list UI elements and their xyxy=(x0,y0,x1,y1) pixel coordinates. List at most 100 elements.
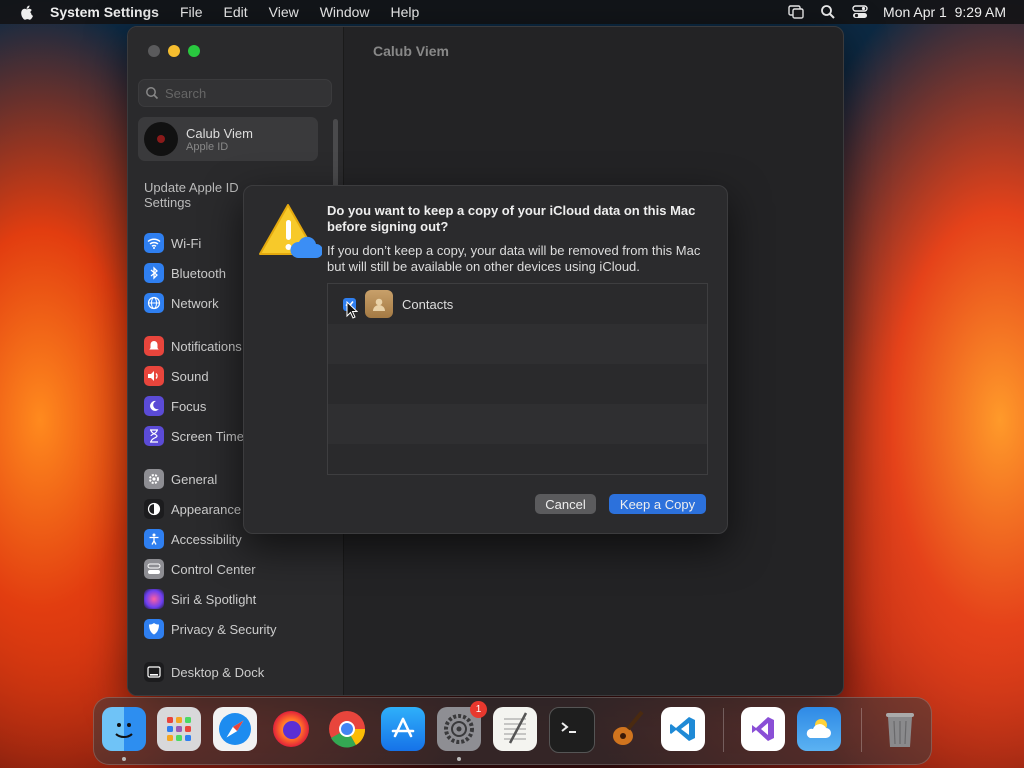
spotlight-search-icon[interactable] xyxy=(819,3,837,21)
sidebar-item-notifications[interactable]: Notifications xyxy=(144,334,242,358)
menu-edit[interactable]: Edit xyxy=(224,4,248,20)
sidebar-item-appearance[interactable]: Appearance xyxy=(144,497,241,521)
apple-logo-icon[interactable] xyxy=(18,3,36,21)
sidebar-item-network[interactable]: Network xyxy=(144,291,219,315)
vscode-icon[interactable] xyxy=(661,707,705,751)
sidebar-item-privacy-security[interactable]: Privacy & Security xyxy=(144,617,276,641)
close-button[interactable] xyxy=(148,45,160,57)
menu-bar: System Settings File Edit View Window He… xyxy=(0,0,1024,24)
finder-icon[interactable] xyxy=(102,707,146,751)
sidebar-item-screen-time[interactable]: Screen Time xyxy=(144,424,244,448)
sidebar-item-label: Control Center xyxy=(171,561,256,577)
menu-view[interactable]: View xyxy=(269,4,299,20)
sidebar-item-label: Bluetooth xyxy=(171,265,226,281)
sidebar-item-label: Appearance xyxy=(171,501,242,517)
menu-help[interactable]: Help xyxy=(391,4,420,20)
screen-time-icon xyxy=(144,426,164,446)
sidebar-item-label: General xyxy=(171,471,218,487)
focus-icon xyxy=(144,396,164,416)
dock: 1 xyxy=(93,697,932,765)
sound-icon xyxy=(144,366,164,386)
avatar xyxy=(144,122,178,156)
dock-separator xyxy=(723,708,724,752)
trash-icon[interactable] xyxy=(878,707,922,751)
accessibility-icon xyxy=(144,529,164,549)
textedit-icon[interactable] xyxy=(493,707,537,751)
sidebar-item-label: Screen Time xyxy=(171,428,244,444)
sidebar-item-label: Accessibility xyxy=(171,531,242,547)
sidebar-item-sound[interactable]: Sound xyxy=(144,364,209,388)
dialog-title: Do you want to keep a copy of your iClou… xyxy=(327,203,696,234)
privacy-icon xyxy=(144,619,164,639)
garageband-icon[interactable] xyxy=(605,707,649,751)
search-icon xyxy=(146,87,159,100)
menu-file[interactable]: File xyxy=(180,4,203,20)
sidebar-item-label: Siri & Spotlight xyxy=(171,591,257,607)
desktop-dock-icon xyxy=(144,662,164,682)
sidebar-item-label: Desktop & Dock xyxy=(171,664,265,680)
wifi-icon xyxy=(144,233,164,253)
safari-icon[interactable] xyxy=(213,707,257,751)
app-store-icon[interactable] xyxy=(381,707,425,751)
control-center-icon[interactable] xyxy=(851,3,869,21)
appearance-icon xyxy=(144,499,164,519)
data-type-list: Contacts xyxy=(327,283,708,475)
network-icon xyxy=(144,293,164,313)
sidebar-item-bluetooth[interactable]: Bluetooth xyxy=(144,261,226,285)
sidebar-item-label: Sound xyxy=(171,368,209,384)
sidebar-scrollbar[interactable] xyxy=(333,119,338,189)
window-controls xyxy=(148,45,200,57)
search-placeholder: Search xyxy=(165,85,207,101)
screen-mirroring-icon[interactable] xyxy=(787,3,805,21)
update-apple-id-notice[interactable]: Update Apple ID Settings xyxy=(144,180,254,210)
mouse-pointer-icon xyxy=(346,301,358,319)
sidebar-item-label: Privacy & Security xyxy=(171,621,277,637)
menu-window[interactable]: Window xyxy=(320,4,370,20)
control-center-icon xyxy=(144,559,164,579)
launchpad-icon[interactable] xyxy=(157,707,201,751)
running-indicator xyxy=(122,757,126,761)
notifications-icon xyxy=(144,336,164,356)
empty-list-row xyxy=(328,364,707,404)
bluetooth-icon xyxy=(144,263,164,283)
account-name: Calub Viem xyxy=(186,125,253,141)
sidebar-item-control-center[interactable]: Control Center xyxy=(144,557,256,581)
sidebar-item-accessibility[interactable]: Accessibility xyxy=(144,527,242,551)
account-subtitle: Apple ID xyxy=(186,140,229,153)
sidebar-item-desktop-dock[interactable]: Desktop & Dock xyxy=(144,660,264,684)
menubar-clock[interactable]: Mon Apr 1 9:29 AM xyxy=(883,4,1006,20)
general-icon xyxy=(144,469,164,489)
sidebar-item-label: Notifications xyxy=(171,338,242,354)
weather-icon[interactable] xyxy=(797,707,841,751)
list-item-contacts[interactable]: Contacts xyxy=(328,284,707,324)
page-title: Calub Viem xyxy=(373,43,449,59)
sidebar-item-wifi[interactable]: Wi-Fi xyxy=(144,231,201,255)
list-item-label: Contacts xyxy=(402,296,454,312)
zoom-button[interactable] xyxy=(188,45,200,57)
sidebar-item-focus[interactable]: Focus xyxy=(144,394,206,418)
siri-icon xyxy=(144,589,164,609)
terminal-icon[interactable] xyxy=(549,707,595,753)
firefox-icon[interactable] xyxy=(269,707,313,751)
apple-id-account[interactable]: Calub Viem Apple ID xyxy=(138,117,318,161)
running-indicator xyxy=(457,757,461,761)
sidebar-item-label: Wi-Fi xyxy=(171,235,202,251)
sidebar-item-label: Network xyxy=(171,295,219,311)
notification-badge: 1 xyxy=(470,701,487,718)
dock-separator xyxy=(861,708,862,752)
empty-list-row xyxy=(328,324,707,364)
keep-a-copy-button[interactable]: Keep a Copy xyxy=(609,494,706,514)
cancel-button[interactable]: Cancel xyxy=(535,494,596,514)
sidebar-item-general[interactable]: General xyxy=(144,467,217,491)
contacts-app-icon xyxy=(365,290,393,318)
icloud-keep-copy-dialog: Do you want to keep a copy of your iClou… xyxy=(243,185,728,534)
sidebar-item-label: Focus xyxy=(171,398,207,414)
visual-studio-icon[interactable] xyxy=(741,707,785,751)
dialog-message: If you don’t keep a copy, your data will… xyxy=(327,243,701,274)
minimize-button[interactable] xyxy=(168,45,180,57)
sidebar-item-siri-spotlight[interactable]: Siri & Spotlight xyxy=(144,587,256,611)
empty-list-row xyxy=(328,404,707,444)
menu-app-name[interactable]: System Settings xyxy=(50,4,159,20)
chrome-icon[interactable] xyxy=(325,707,369,751)
search-field[interactable]: Search xyxy=(138,79,332,107)
